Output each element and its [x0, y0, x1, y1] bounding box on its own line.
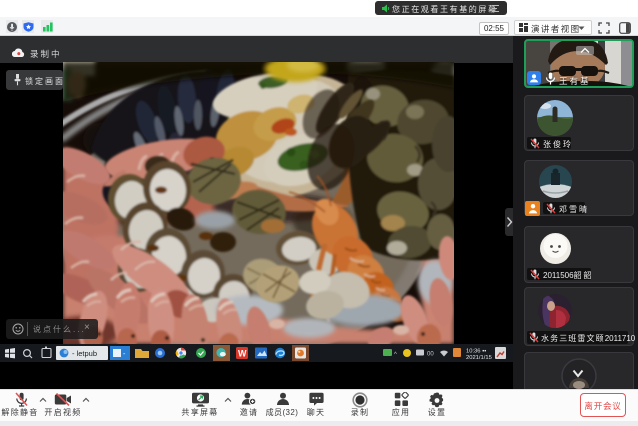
- svg-text:W: W: [238, 349, 247, 359]
- svg-text:2021/1/15: 2021/1/15: [466, 355, 492, 361]
- svg-text:- letpub: - letpub: [72, 349, 97, 358]
- svg-text:00: 00: [427, 352, 434, 358]
- svg-text:^: ^: [394, 352, 397, 358]
- svg-text:10:36 ▪▪: 10:36 ▪▪: [466, 349, 486, 355]
